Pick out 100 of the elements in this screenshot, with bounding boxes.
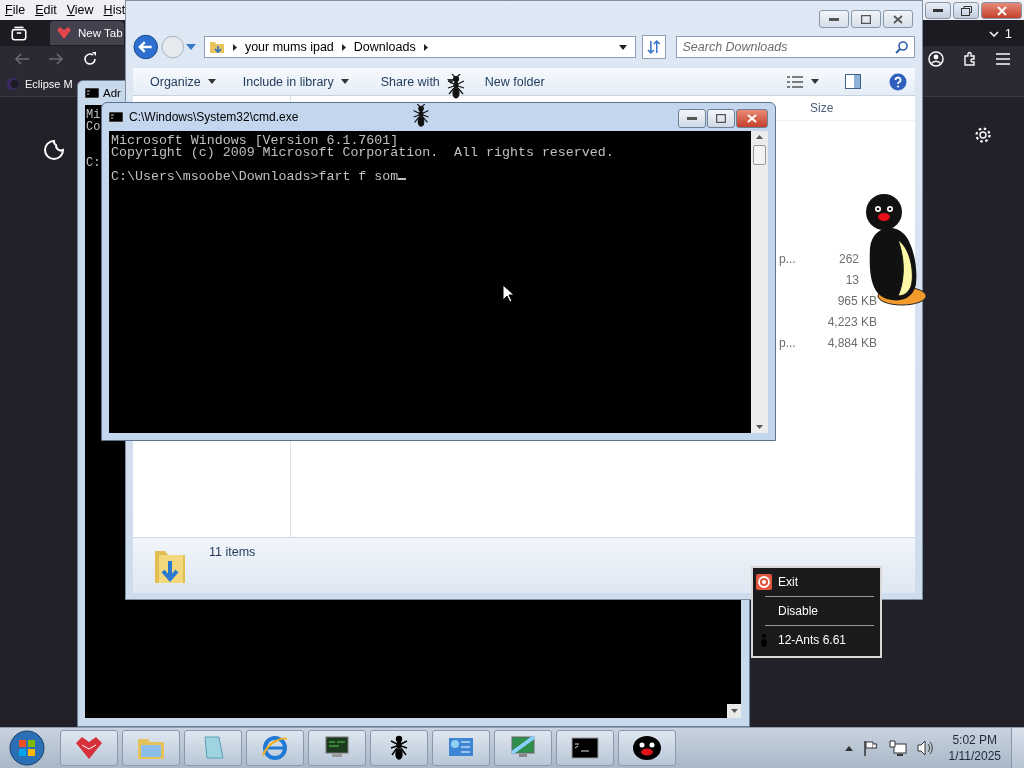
forward-arrow-icon[interactable] (48, 52, 64, 66)
ant-icon (759, 633, 769, 647)
view-list-icon[interactable] (787, 75, 803, 88)
console-line: Mi (86, 109, 101, 121)
console-icon (109, 112, 123, 122)
refresh-icon[interactable] (641, 35, 666, 59)
console-line: Co (86, 121, 101, 133)
console-line: C:\Users\msoobe\Downloads>fart f som (111, 171, 407, 183)
file-size: 4,223 KB (827, 315, 877, 329)
restore-icon (960, 5, 972, 16)
scrollbar-thumb[interactable] (753, 145, 766, 165)
menu-item[interactable]: Edit (35, 3, 57, 17)
tab-count[interactable]: 1 (988, 26, 1012, 41)
scrollbar[interactable] (751, 131, 768, 433)
close-button[interactable] (736, 109, 768, 128)
console-line: Copyright (c) 2009 Microsoft Corporation. All rights reserved. (111, 147, 614, 159)
search-field[interactable]: Search Downloads (675, 36, 915, 58)
start-button[interactable] (8, 729, 46, 767)
breadcrumb-item[interactable]: your mums ipad (244, 40, 334, 54)
maximize-icon (716, 114, 726, 123)
console-line: C: (86, 157, 101, 169)
chevron-right-icon[interactable] (341, 43, 346, 51)
moon-icon (43, 139, 65, 161)
maximize-button[interactable] (707, 109, 735, 128)
volume-icon[interactable] (916, 740, 935, 756)
close-button[interactable] (981, 2, 1022, 19)
ant-icon (411, 104, 431, 128)
account-icon[interactable] (928, 51, 944, 67)
menu-icon[interactable] (996, 53, 1010, 65)
tab-list-icon[interactable] (10, 24, 28, 42)
bookmark-favicon-icon (6, 77, 20, 91)
chevron-right-icon[interactable] (423, 43, 428, 51)
chevron-right-icon[interactable] (232, 43, 237, 51)
menu-item[interactable]: Hist (103, 3, 126, 17)
console-icon (85, 88, 99, 98)
close-icon (747, 114, 757, 123)
settings-icon[interactable] (974, 126, 992, 144)
view-dropdown-icon[interactable] (811, 79, 819, 84)
clock-time[interactable]: 5:02 PM (952, 732, 998, 748)
flag-icon[interactable] (862, 740, 879, 756)
file-size: 4,884 KB (827, 336, 877, 350)
reload-icon[interactable] (82, 51, 98, 67)
puzzle-icon[interactable] (962, 51, 978, 67)
close-button[interactable] (883, 10, 913, 28)
address-bar[interactable]: your mums ipad Downloads (203, 36, 636, 58)
taskbar-app-button[interactable] (618, 730, 676, 766)
maximize-button[interactable] (851, 10, 881, 28)
scroll-down-icon (756, 425, 763, 429)
toolbar-button[interactable]: New folder (484, 74, 545, 89)
gem-icon (56, 26, 72, 40)
search-icon[interactable] (895, 40, 909, 54)
power-icon (756, 574, 772, 590)
globe-e-icon (260, 734, 290, 762)
help-icon[interactable] (889, 72, 907, 91)
item-count: 11 items (209, 545, 256, 559)
column-header[interactable]: Size (810, 101, 834, 115)
window-title: Adr (103, 87, 121, 99)
window-title: C:\Windows\System32\cmd.exe (129, 110, 299, 124)
menu-item[interactable]: View (66, 3, 94, 17)
restore-button[interactable] (953, 2, 979, 19)
close-icon (893, 14, 903, 24)
file-size: 965 KB (837, 294, 877, 308)
toolbar-button[interactable]: Include in library (242, 74, 349, 89)
back-button[interactable] (133, 34, 159, 60)
menu-item[interactable]: Disable (755, 599, 874, 623)
history-dropdown-icon[interactable] (186, 44, 196, 50)
close-icon (996, 5, 1007, 16)
scroll-down-icon (730, 709, 738, 713)
file-name: p... (779, 252, 796, 266)
downloads-folder-icon (208, 39, 225, 55)
minimize-button[interactable] (819, 10, 849, 28)
taskbar-app-button[interactable] (308, 730, 366, 766)
breadcrumb-item[interactable]: Downloads (353, 40, 416, 54)
ant-icon (446, 74, 466, 100)
toolbar-button[interactable]: Organize (150, 74, 216, 89)
preview-pane-icon[interactable] (845, 74, 861, 89)
minimize-button[interactable] (925, 2, 951, 19)
taskbar-app-button[interactable] (370, 730, 428, 766)
menu-item[interactable]: 12-Ants 6.61 (755, 628, 874, 652)
dropdown-caret-icon[interactable] (618, 44, 627, 50)
maximize-icon (861, 14, 871, 24)
back-arrow-icon[interactable] (14, 52, 30, 66)
penguin-icon (632, 734, 662, 762)
bookmark-item[interactable]: Eclipse M (25, 78, 73, 90)
mouse-pointer-icon (502, 284, 514, 303)
taskbar-app-button[interactable] (556, 730, 614, 766)
scroll-up-icon (756, 135, 763, 139)
show-hidden-icons-button[interactable] (844, 745, 853, 751)
clock-date[interactable]: 1/11/2025 (948, 748, 1001, 764)
console-line: Microsoft Windows [Version 6.1.7601] (111, 135, 399, 147)
scrollbar[interactable] (727, 704, 741, 718)
browser-tab[interactable]: New Tab (50, 21, 124, 45)
file-name: p... (779, 336, 796, 350)
minimize-button[interactable] (678, 109, 706, 128)
menu-item[interactable]: File (5, 3, 26, 17)
minimize-icon (933, 9, 943, 12)
minimize-icon (687, 117, 697, 120)
menu-item[interactable]: Exit (755, 570, 874, 594)
network-icon[interactable] (888, 740, 907, 756)
terminal-icon (570, 734, 600, 762)
